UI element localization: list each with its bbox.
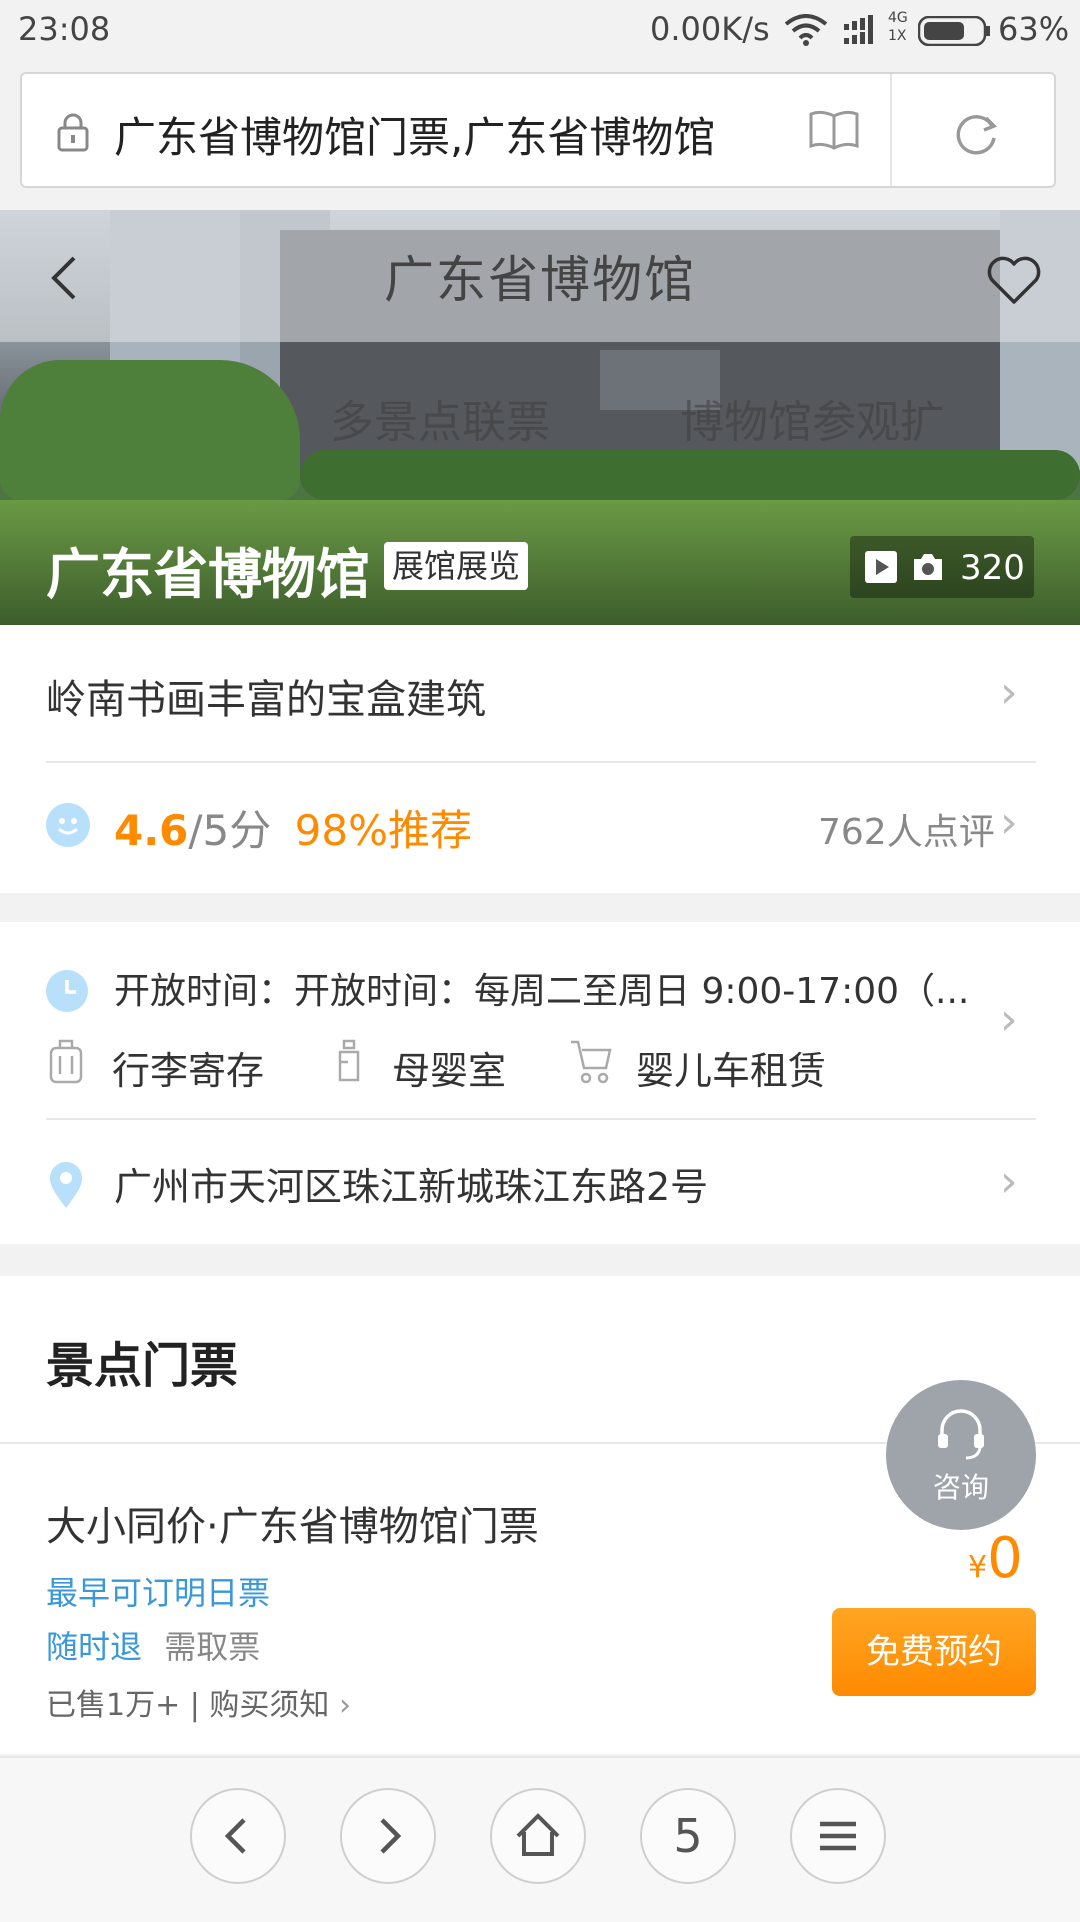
ticket-policies: 随时退 需取票: [46, 1622, 260, 1668]
nav-home-button[interactable]: [490, 1788, 586, 1884]
menu-icon: [820, 1821, 856, 1851]
wifi-icon: [784, 14, 828, 46]
media-gallery-button[interactable]: 320: [850, 536, 1034, 598]
video-play-icon: [865, 551, 897, 583]
tab-museum-visit[interactable]: 博物馆参观扩: [680, 386, 944, 450]
facility-luggage: 行李寄存: [112, 1049, 265, 1093]
lock-icon: [57, 113, 89, 152]
refund-policy: 随时退: [46, 1628, 143, 1666]
category-tag: 展馆展览: [384, 542, 529, 590]
price: ¥0: [968, 1526, 1023, 1591]
review-count[interactable]: 762人点评: [818, 803, 995, 855]
tagline: 岭南书画丰富的宝盒建筑: [46, 677, 486, 723]
facility-nursing-room: 母婴室: [392, 1049, 507, 1093]
facility-stroller-rental: 婴儿车租赁: [636, 1049, 827, 1093]
back-icon: [224, 1818, 246, 1854]
hedge-row: [300, 450, 1080, 500]
ticket-name[interactable]: 大小同价·广东省博物馆门票: [46, 1494, 539, 1552]
chevron-right-icon[interactable]: ›: [1000, 667, 1018, 718]
address[interactable]: 广州市天河区珠江新城珠江东路2号: [114, 1156, 708, 1211]
network-type-top: 4G: [888, 10, 908, 26]
rating-score: 4.6: [114, 806, 189, 855]
location-pin-icon: [50, 1162, 82, 1208]
divider: [46, 761, 1036, 763]
baby-bottle-icon: [338, 1039, 360, 1082]
camera-icon: [914, 554, 942, 580]
info-card: 开放时间：开放时间：每周二至周日 9:00-17:00（... › 行李寄存 母…: [0, 922, 1080, 1244]
chevron-right-icon: ›: [338, 1688, 351, 1723]
luggage-icon: [49, 1039, 83, 1084]
rating-scale: /5分: [188, 806, 272, 855]
nav-back-button[interactable]: [190, 1788, 286, 1884]
chevron-right-icon[interactable]: ›: [1000, 1156, 1018, 1207]
signal-icon: [844, 15, 873, 44]
network-type-bottom: 1X: [888, 28, 907, 44]
sales-notice-text: 已售1万+ | 购买须知: [46, 1688, 330, 1723]
status-time: 23:08: [18, 10, 111, 48]
battery-icon: [918, 16, 990, 46]
refresh-icon[interactable]: [954, 110, 1000, 156]
battery-percent: 63%: [998, 10, 1070, 48]
chevron-right-icon[interactable]: ›: [1000, 797, 1018, 848]
free-booking-button[interactable]: 免费预约: [832, 1608, 1036, 1696]
network-speed: 0.00K/s: [650, 10, 770, 48]
price-value: 0: [987, 1526, 1023, 1591]
reader-mode-icon[interactable]: [808, 108, 860, 152]
rating-block[interactable]: 4.6/5分 98%推荐: [114, 797, 472, 858]
forward-icon: [380, 1818, 402, 1854]
chevron-right-icon[interactable]: ›: [1000, 994, 1018, 1045]
hero-banner[interactable]: 广东省博物馆 多景点联票 博物馆参观扩 广东省博物馆 展馆展览 320: [0, 210, 1080, 625]
nav-menu-button[interactable]: [790, 1788, 886, 1884]
currency-symbol: ¥: [968, 1550, 988, 1585]
url-text[interactable]: 广东省博物馆门票,广东省博物馆: [114, 104, 770, 165]
booking-note: 最早可订明日票: [46, 1574, 271, 1612]
tab-combo-ticket[interactable]: 多景点联票: [330, 386, 550, 450]
attraction-name: 广东省博物馆: [46, 543, 370, 606]
trees-left: [0, 360, 300, 500]
divider: [46, 1118, 1036, 1120]
clock-icon: [46, 970, 88, 1012]
consult-button[interactable]: 咨询: [886, 1380, 1036, 1530]
status-bar: 23:08 0.00K/s 4G 1X 63%: [0, 0, 1080, 60]
favorite-heart-icon[interactable]: [986, 256, 1042, 306]
pickup-policy: 需取票: [164, 1628, 261, 1666]
headset-icon: [938, 1409, 984, 1460]
nav-tabs-button[interactable]: 5: [640, 1788, 736, 1884]
summary-card: 岭南书画丰富的宝盒建筑 › 4.6/5分 98%推荐 762人点评 ›: [0, 625, 1080, 893]
opening-hours[interactable]: 开放时间：开放时间：每周二至周日 9:00-17:00（...: [114, 962, 974, 1014]
page-title: 广东省博物馆: [384, 251, 696, 309]
home-icon: [516, 1813, 560, 1856]
recommend-rate: 98%推荐: [294, 806, 472, 855]
smiley-icon: [46, 803, 90, 847]
address-bar[interactable]: 广东省博物馆门票,广东省博物馆: [20, 72, 1056, 188]
section-title: 景点门票: [46, 1338, 239, 1394]
nav-forward-button[interactable]: [340, 1788, 436, 1884]
stroller-icon: [571, 1040, 612, 1084]
consult-label: 咨询: [932, 1471, 989, 1504]
photo-count: 320: [960, 548, 1025, 588]
browser-bottom-nav: 5: [0, 1756, 1080, 1922]
sales-and-notice[interactable]: 已售1万+ | 购买须知 ›: [46, 1680, 351, 1724]
url-divider: [890, 74, 892, 186]
